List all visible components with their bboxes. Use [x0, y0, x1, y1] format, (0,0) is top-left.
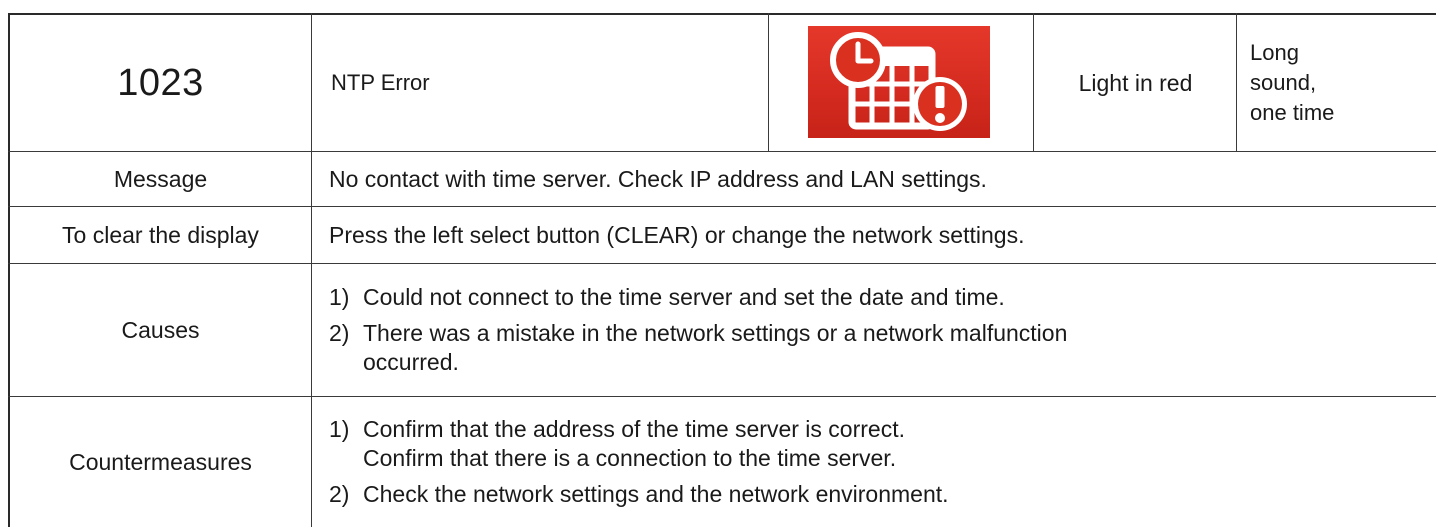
list-item: 1) Could not connect to the time server … [329, 283, 1005, 312]
countermeasures-list: 1) Confirm that the address of the time … [313, 397, 1436, 527]
indicator-light: Light in red [1078, 69, 1193, 96]
list-item: 1) Confirm that the address of the time … [329, 415, 905, 473]
error-table: 1023 NTP Error Light in red Long sound, [0, 0, 1436, 527]
clear-display-text: Press the left select button (CLEAR) or … [329, 221, 1025, 248]
error-code: 1023 [117, 61, 204, 104]
list-item: 2) There was a mistake in the network se… [329, 319, 1067, 377]
item-text: occurred. [363, 349, 459, 375]
sound-line: sound, [1250, 70, 1317, 95]
item-number: 1) [329, 416, 350, 442]
column-divider [1033, 13, 1034, 151]
list-item: 2) Check the network settings and the ne… [329, 480, 949, 509]
item-text: Confirm that the address of the time ser… [363, 416, 905, 442]
causes-list: 1) Could not connect to the time server … [313, 264, 1436, 396]
item-text: There was a mistake in the network setti… [363, 320, 1068, 346]
item-number: 2) [329, 481, 350, 507]
message-label: Message [113, 165, 208, 192]
countermeasures-label: Countermeasures [69, 448, 252, 475]
column-divider [768, 13, 769, 151]
column-divider [311, 13, 312, 527]
item-text: Check the network settings and the netwo… [363, 481, 949, 507]
calendar-clock-warning-icon-graphic [830, 32, 967, 131]
item-number: 2) [329, 320, 350, 346]
sound-line: Long [1250, 40, 1299, 65]
item-text: Confirm that there is a connection to th… [363, 445, 897, 471]
item-number: 1) [329, 284, 350, 310]
column-divider [1236, 13, 1237, 151]
item-text: Could not connect to the time server and… [363, 284, 1005, 310]
causes-label: Causes [121, 316, 200, 343]
buzzer-sound: Long sound, one time [1238, 15, 1436, 151]
clear-display-label: To clear the display [62, 221, 259, 248]
error-name: NTP Error [331, 70, 430, 95]
sound-line: one time [1250, 100, 1335, 125]
message-text: No contact with time server. Check IP ad… [329, 165, 987, 192]
calendar-clock-warning-icon [808, 26, 990, 138]
